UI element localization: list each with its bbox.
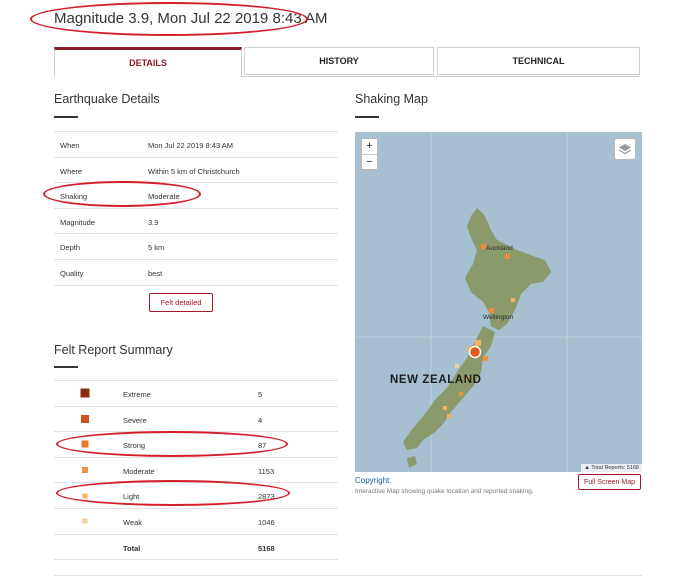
felt-heading: Felt Report Summary — [54, 343, 173, 357]
map-attribution-text: Total Reports: 5168 — [591, 465, 639, 471]
felt-row-severe: Severe 4 — [54, 405, 338, 432]
felt-row-weak: Weak 1046 — [54, 507, 338, 534]
page-title: Magnitude 3.9, Mon Jul 22 2019 8:43 AM — [54, 10, 328, 27]
felt-total-count: 5168 — [258, 543, 275, 553]
bottom-divider — [54, 575, 642, 576]
felt-total-label: Total — [123, 543, 141, 553]
details-row-magnitude: Magnitude 3.9 — [54, 207, 338, 234]
details-key: Where — [60, 166, 83, 176]
intensity-swatch — [82, 518, 88, 524]
north-island-shape — [465, 208, 551, 330]
map-city-label: Wellington — [483, 314, 514, 321]
felt-report-marker — [455, 364, 459, 368]
tab-history[interactable]: HISTORY — [244, 47, 434, 75]
map-country-label: NEW ZEALAND — [390, 374, 482, 386]
layers-icon — [618, 144, 632, 155]
felt-report-marker — [443, 406, 447, 410]
felt-count: 87 — [258, 441, 267, 451]
felt-label: Strong — [123, 441, 146, 451]
felt-report-marker — [447, 414, 451, 418]
felt-report-marker — [459, 392, 463, 396]
map-canvas: Auckland Wellington NEW ZEALAND — [355, 132, 642, 472]
details-key: Depth — [60, 243, 81, 253]
felt-report-marker — [483, 356, 488, 361]
map-city-label: Auckland — [486, 245, 513, 252]
details-heading: Earthquake Details — [54, 92, 160, 106]
details-key: Shaking — [60, 192, 88, 202]
map-attribution: ▲ Total Reports: 5168 — [581, 464, 642, 472]
details-heading-underline — [54, 116, 78, 118]
details-value: Mon Jul 22 2019 8:43 AM — [148, 141, 234, 150]
details-table: When Mon Jul 22 2019 8:43 AM Where Withi… — [54, 131, 338, 286]
shaking-map[interactable]: Auckland Wellington NEW ZEALAND + − ▲ To… — [355, 132, 642, 472]
details-value: 3.9 — [148, 217, 159, 227]
felt-label: Weak — [123, 517, 143, 527]
details-value: Within 5 km of Christchurch — [148, 166, 240, 176]
home-icon: ▲ — [584, 465, 590, 471]
felt-label: Severe — [123, 415, 147, 425]
copyright-link[interactable]: Copyright. — [355, 476, 391, 485]
intensity-swatch — [80, 388, 90, 398]
intensity-swatch — [81, 440, 89, 448]
felt-report-marker — [475, 340, 481, 346]
map-layers-button[interactable] — [614, 138, 636, 160]
intensity-swatch — [82, 467, 88, 474]
felt-detailed-button[interactable]: Felt detailed — [149, 293, 213, 312]
felt-row-light: Light 2873 — [54, 482, 338, 508]
felt-count: 1153 — [258, 466, 275, 476]
full-screen-map-button[interactable]: Full Screen Map — [578, 474, 641, 490]
details-value: Moderate — [148, 192, 180, 202]
stewart-island-shape — [407, 456, 417, 468]
details-row-shaking: Shaking Moderate — [54, 182, 338, 208]
felt-row-total: Total 5168 — [54, 533, 338, 561]
details-key: Magnitude — [60, 217, 96, 227]
map-caption: Interactive Map showing quake location a… — [355, 488, 534, 495]
details-key: When — [60, 141, 80, 150]
zoom-in-button[interactable]: + — [362, 139, 377, 155]
felt-report-marker — [505, 254, 510, 259]
felt-report-marker — [511, 298, 515, 302]
tab-technical[interactable]: TECHNICAL — [437, 47, 640, 75]
details-row-when: When Mon Jul 22 2019 8:43 AM — [54, 131, 338, 157]
felt-count: 4 — [258, 415, 263, 425]
details-value: best — [148, 268, 163, 278]
map-heading: Shaking Map — [355, 92, 428, 106]
details-value: 5 km — [148, 243, 165, 253]
felt-row-strong: Strong 87 — [54, 431, 338, 457]
details-row-quality: Quality best — [54, 258, 338, 286]
map-zoom-control: + − — [361, 138, 378, 170]
tab-details[interactable]: DETAILS — [54, 47, 242, 77]
south-island-shape — [403, 326, 495, 450]
intensity-swatch — [82, 493, 88, 499]
felt-count: 5 — [258, 390, 263, 399]
felt-row-moderate: Moderate 1153 — [54, 456, 338, 483]
details-key: Quality — [60, 268, 84, 278]
details-row-where: Where Within 5 km of Christchurch — [54, 156, 338, 183]
details-row-depth: Depth 5 km — [54, 233, 338, 259]
epicentre-marker — [468, 345, 482, 359]
felt-report-marker — [489, 308, 494, 313]
felt-count: 2873 — [258, 492, 275, 502]
felt-label: Extreme — [123, 390, 151, 399]
felt-heading-underline — [54, 366, 78, 368]
felt-label: Moderate — [123, 466, 155, 476]
felt-row-extreme: Extreme 5 — [54, 380, 338, 406]
map-heading-underline — [355, 116, 379, 118]
tab-bar: DETAILS HISTORY TECHNICAL — [54, 47, 640, 77]
zoom-out-button[interactable]: − — [362, 155, 377, 170]
intensity-swatch — [81, 414, 89, 423]
felt-count: 1046 — [258, 517, 275, 527]
felt-table: Extreme 5 Severe 4 Strong 87 Moderate 11… — [54, 380, 338, 561]
felt-label: Light — [123, 492, 140, 502]
